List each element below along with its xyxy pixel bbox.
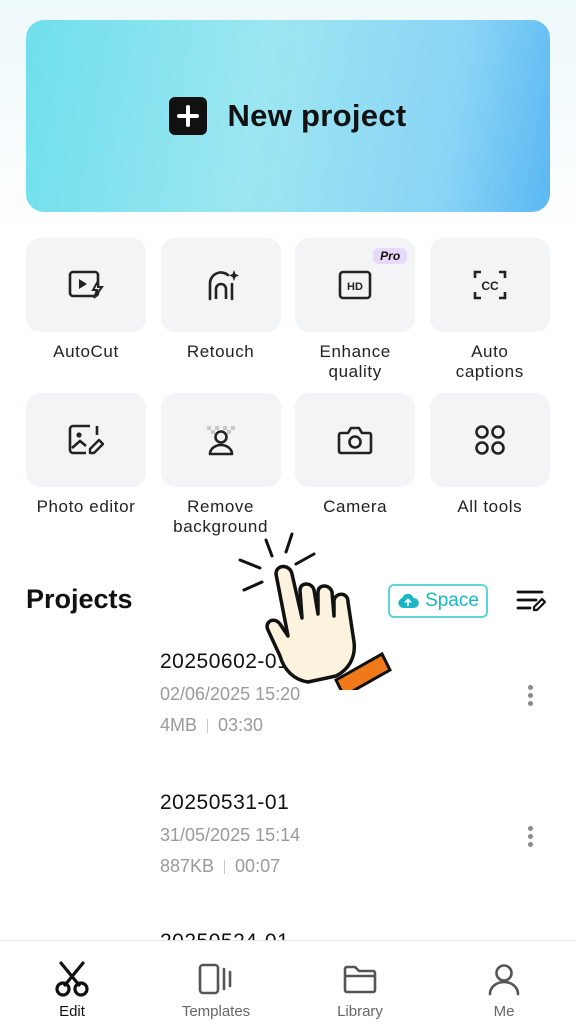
tool-camera[interactable]: Camera (295, 393, 416, 548)
tap-hand-icon (238, 532, 392, 690)
sort-edit-icon[interactable] (516, 588, 548, 619)
nav-library[interactable]: Library (310, 941, 410, 1025)
retouch-icon (208, 270, 239, 301)
tool-remove-background[interactable]: Remove background (160, 393, 281, 548)
tool-label: Photo editor (36, 497, 136, 516)
tool-label: All tools (457, 497, 523, 516)
project-item[interactable]: 20250531-01 31/05/2025 15:14 887KB 00:07 (160, 791, 560, 877)
captions-icon: CC (473, 270, 507, 300)
tool-auto-captions[interactable]: CC Auto captions (429, 238, 550, 393)
svg-text:CC: CC (481, 279, 499, 293)
tool-label: AutoCut (53, 342, 119, 361)
project-meta: 887KB 00:07 (160, 856, 560, 877)
remove-bg-icon (206, 426, 235, 456)
nav-label: Me (493, 1003, 515, 1020)
new-project-label: New project (227, 98, 407, 133)
space-button[interactable]: Space (388, 584, 488, 618)
tool-label: Auto captions (455, 342, 524, 381)
project-size: 887KB (160, 856, 215, 876)
tool-label: Enhance quality (319, 342, 391, 381)
grid-icon (474, 425, 505, 455)
meta-divider (224, 859, 226, 874)
nav-me[interactable]: Me (454, 941, 554, 1025)
tool-autocut[interactable]: AutoCut (26, 238, 146, 393)
more-options-icon[interactable] (528, 823, 533, 850)
photo-edit-icon (68, 424, 104, 455)
tool-all-tools[interactable]: All tools (429, 393, 550, 548)
svg-text:HD: HD (347, 281, 363, 293)
tool-label: Retouch (186, 342, 255, 361)
folder-icon (343, 965, 377, 994)
nav-label: Templates (181, 1003, 251, 1020)
space-label: Space (425, 590, 479, 611)
more-options-icon[interactable] (528, 682, 533, 709)
scissors-icon (55, 961, 89, 997)
bottom-nav: Edit Templates Library Me (0, 940, 576, 1025)
nav-templates[interactable]: Templates (166, 941, 266, 1025)
project-date: 31/05/2025 15:14 (160, 825, 301, 845)
projects-title: Projects (26, 584, 133, 614)
autocut-icon (68, 270, 104, 299)
meta-divider (207, 718, 209, 733)
project-name: 20250531-01 (160, 791, 290, 814)
nav-label: Edit (59, 1003, 85, 1020)
project-duration: 03:30 (218, 715, 264, 735)
project-meta: 4MB 03:30 (160, 715, 560, 736)
tool-label: Camera (323, 497, 388, 516)
tool-enhance-quality[interactable]: Pro HD Enhance quality (295, 238, 416, 393)
hd-icon: HD (338, 270, 372, 300)
tool-photo-editor[interactable]: Photo editor (26, 393, 146, 548)
nav-edit[interactable]: Edit (22, 941, 122, 1025)
templates-icon (198, 963, 232, 995)
plus-icon (169, 97, 208, 135)
camera-icon (337, 426, 373, 455)
person-icon (488, 964, 520, 996)
project-size: 4MB (160, 715, 198, 735)
nav-label: Library (337, 1003, 383, 1020)
new-project-button[interactable]: New project (26, 20, 550, 212)
cloud-icon (398, 593, 419, 608)
pro-badge: Pro (373, 248, 408, 264)
tools-grid: AutoCut Retouch Pro HD Enhance quality C… (26, 238, 550, 548)
tool-retouch[interactable]: Retouch (160, 238, 281, 393)
project-duration: 00:07 (235, 856, 281, 876)
